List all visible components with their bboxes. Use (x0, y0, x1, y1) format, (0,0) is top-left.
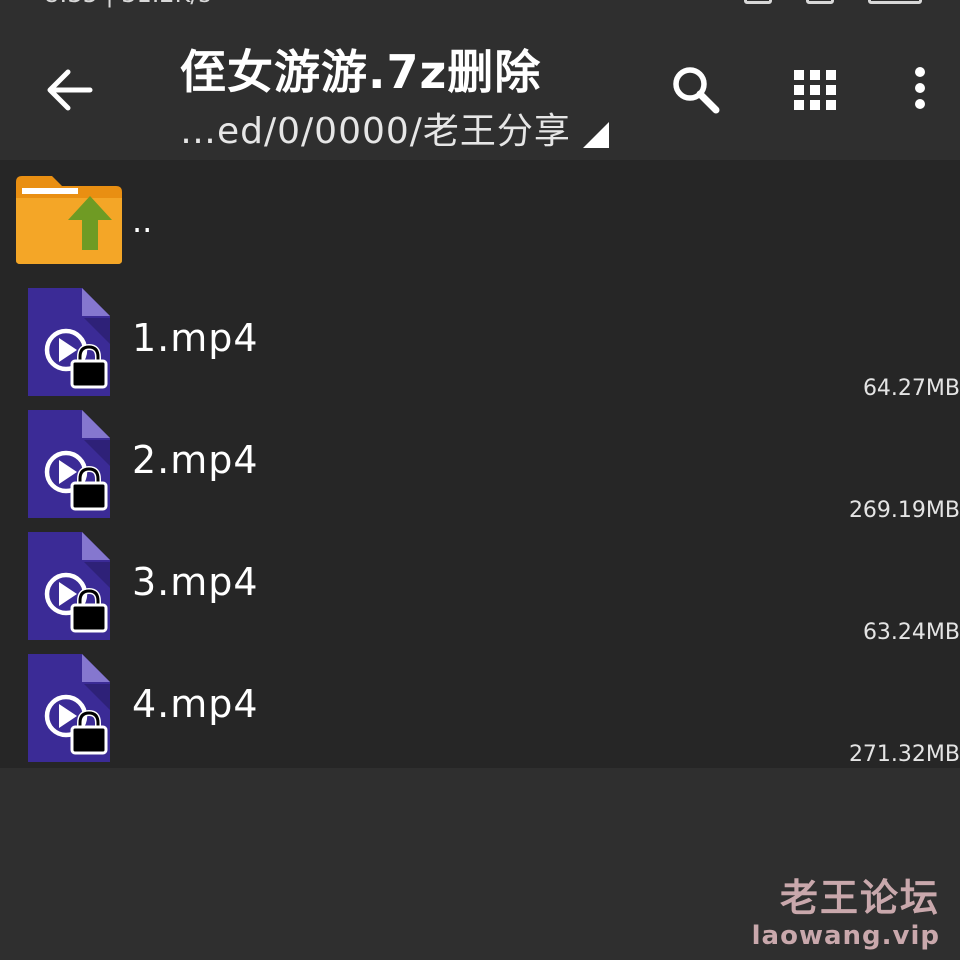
signal-icon (744, 0, 772, 4)
toolbar: 侄女游游.7z删除 …ed/0/0000/老王分享 (0, 8, 960, 160)
search-icon (673, 67, 720, 114)
file-name: 3.mp4 (132, 560, 259, 604)
triangle-dropdown-icon (582, 122, 609, 148)
file-name: 1.mp4 (132, 316, 259, 360)
status-text: 8:35 | 31.2K/s (44, 0, 211, 8)
locked-video-file-icon (28, 654, 110, 762)
grid-view-button[interactable] (790, 64, 842, 116)
watermark: 老王论坛 laowang.vip (751, 876, 940, 954)
status-bar: 8:35 | 31.2K/s (0, 0, 960, 8)
file-name: 4.mp4 (132, 682, 259, 726)
back-button[interactable] (34, 54, 106, 126)
folder-up-icon (16, 176, 122, 264)
search-button[interactable] (668, 62, 724, 118)
more-vert-icon (915, 67, 925, 109)
parent-directory-label: .. (132, 202, 153, 240)
file-row[interactable]: 1.mp4 64.27MB (0, 282, 960, 404)
arrow-left-icon (47, 69, 93, 111)
locked-video-file-icon (28, 288, 110, 396)
file-size: 271.32MB (848, 742, 960, 767)
more-options-button[interactable] (902, 64, 938, 116)
grid-view-icon (794, 70, 836, 110)
file-size: 64.27MB (862, 376, 960, 401)
parent-directory-row[interactable]: .. (0, 160, 960, 282)
current-path: …ed/0/0000/老王分享 (180, 111, 571, 152)
file-size: 63.24MB (862, 620, 960, 645)
locked-video-file-icon (28, 532, 110, 640)
watermark-title: 老王论坛 (779, 876, 940, 920)
file-name: 2.mp4 (132, 438, 259, 482)
file-size: 269.19MB (848, 498, 960, 523)
path-selector[interactable]: …ed/0/0000/老王分享 (180, 104, 609, 154)
status-icons (744, 0, 922, 4)
file-list: .. 1.mp4 64.27MB 2.mp4 269.19MB 3.mp4 63… (0, 160, 960, 768)
file-manager-screen: 8:35 | 31.2K/s 侄女游游.7z删除 …ed/0/0000/老王分享 (0, 0, 960, 960)
file-row[interactable]: 2.mp4 269.19MB (0, 404, 960, 526)
file-row[interactable]: 3.mp4 63.24MB (0, 526, 960, 648)
wifi-icon (806, 0, 834, 4)
watermark-url: laowang.vip (751, 920, 940, 951)
file-row[interactable]: 4.mp4 271.32MB (0, 648, 960, 770)
archive-title: 侄女游游.7z删除 (180, 45, 542, 99)
battery-icon (868, 0, 922, 4)
locked-video-file-icon (28, 410, 110, 518)
